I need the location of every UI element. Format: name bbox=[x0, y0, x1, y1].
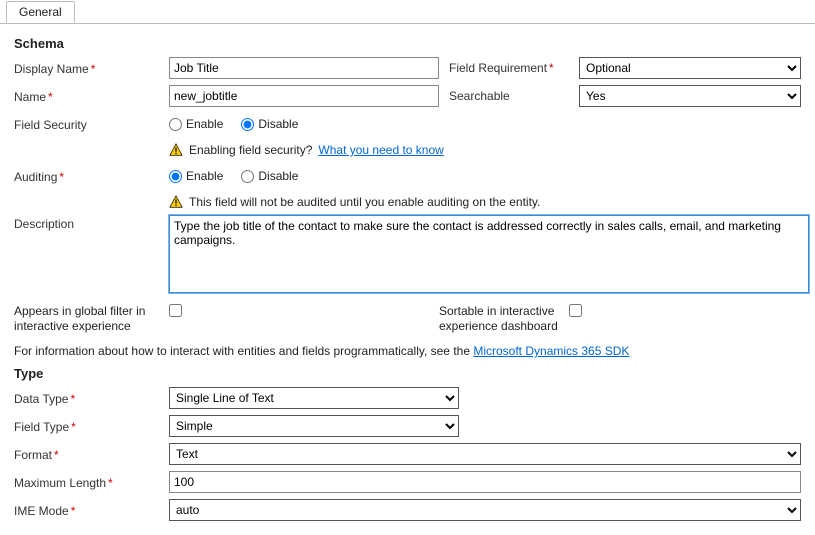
warning-icon bbox=[169, 195, 183, 209]
schema-heading: Schema bbox=[14, 36, 801, 51]
security-warn-link[interactable]: What you need to know bbox=[318, 143, 443, 157]
format-label: Format* bbox=[14, 446, 169, 462]
name-input[interactable] bbox=[169, 85, 439, 107]
display-name-label: Display Name* bbox=[14, 60, 169, 76]
display-name-input[interactable] bbox=[169, 57, 439, 79]
tab-general[interactable]: General bbox=[6, 1, 75, 23]
name-label: Name* bbox=[14, 88, 169, 104]
warning-icon bbox=[169, 143, 183, 157]
sortable-label: Sortable in interactive experience dashb… bbox=[439, 304, 569, 334]
audit-warn-text: This field will not be audited until you… bbox=[189, 195, 540, 209]
searchable-label: Searchable bbox=[449, 89, 579, 103]
auditing-enable-radio[interactable]: Enable bbox=[169, 169, 223, 183]
field-security-label: Field Security bbox=[14, 116, 169, 132]
data-type-label: Data Type* bbox=[14, 390, 169, 406]
sdk-link[interactable]: Microsoft Dynamics 365 SDK bbox=[473, 344, 629, 358]
field-security-disable-radio[interactable]: Disable bbox=[241, 117, 298, 131]
max-length-label: Maximum Length* bbox=[14, 474, 169, 490]
auditing-label: Auditing* bbox=[14, 168, 169, 184]
global-filter-checkbox[interactable] bbox=[169, 304, 182, 317]
field-requirement-select[interactable]: Optional bbox=[579, 57, 801, 79]
field-type-label: Field Type* bbox=[14, 418, 169, 434]
max-length-input[interactable] bbox=[169, 471, 801, 493]
sortable-checkbox[interactable] bbox=[569, 304, 582, 317]
ime-mode-label: IME Mode* bbox=[14, 502, 169, 518]
description-textarea[interactable]: Type the job title of the contact to mak… bbox=[169, 215, 809, 293]
field-requirement-label: Field Requirement* bbox=[449, 61, 579, 75]
data-type-select[interactable]: Single Line of Text bbox=[169, 387, 459, 409]
sdk-info: For information about how to interact wi… bbox=[14, 344, 801, 358]
description-label: Description bbox=[14, 215, 169, 231]
type-heading: Type bbox=[14, 366, 801, 381]
ime-mode-select[interactable]: auto bbox=[169, 499, 801, 521]
global-filter-label: Appears in global filter in interactive … bbox=[14, 304, 169, 334]
field-security-enable-radio[interactable]: Enable bbox=[169, 117, 223, 131]
security-warn-text: Enabling field security? bbox=[189, 143, 312, 157]
auditing-disable-radio[interactable]: Disable bbox=[241, 169, 298, 183]
field-type-select[interactable]: Simple bbox=[169, 415, 459, 437]
format-select[interactable]: Text bbox=[169, 443, 801, 465]
searchable-select[interactable]: Yes bbox=[579, 85, 801, 107]
